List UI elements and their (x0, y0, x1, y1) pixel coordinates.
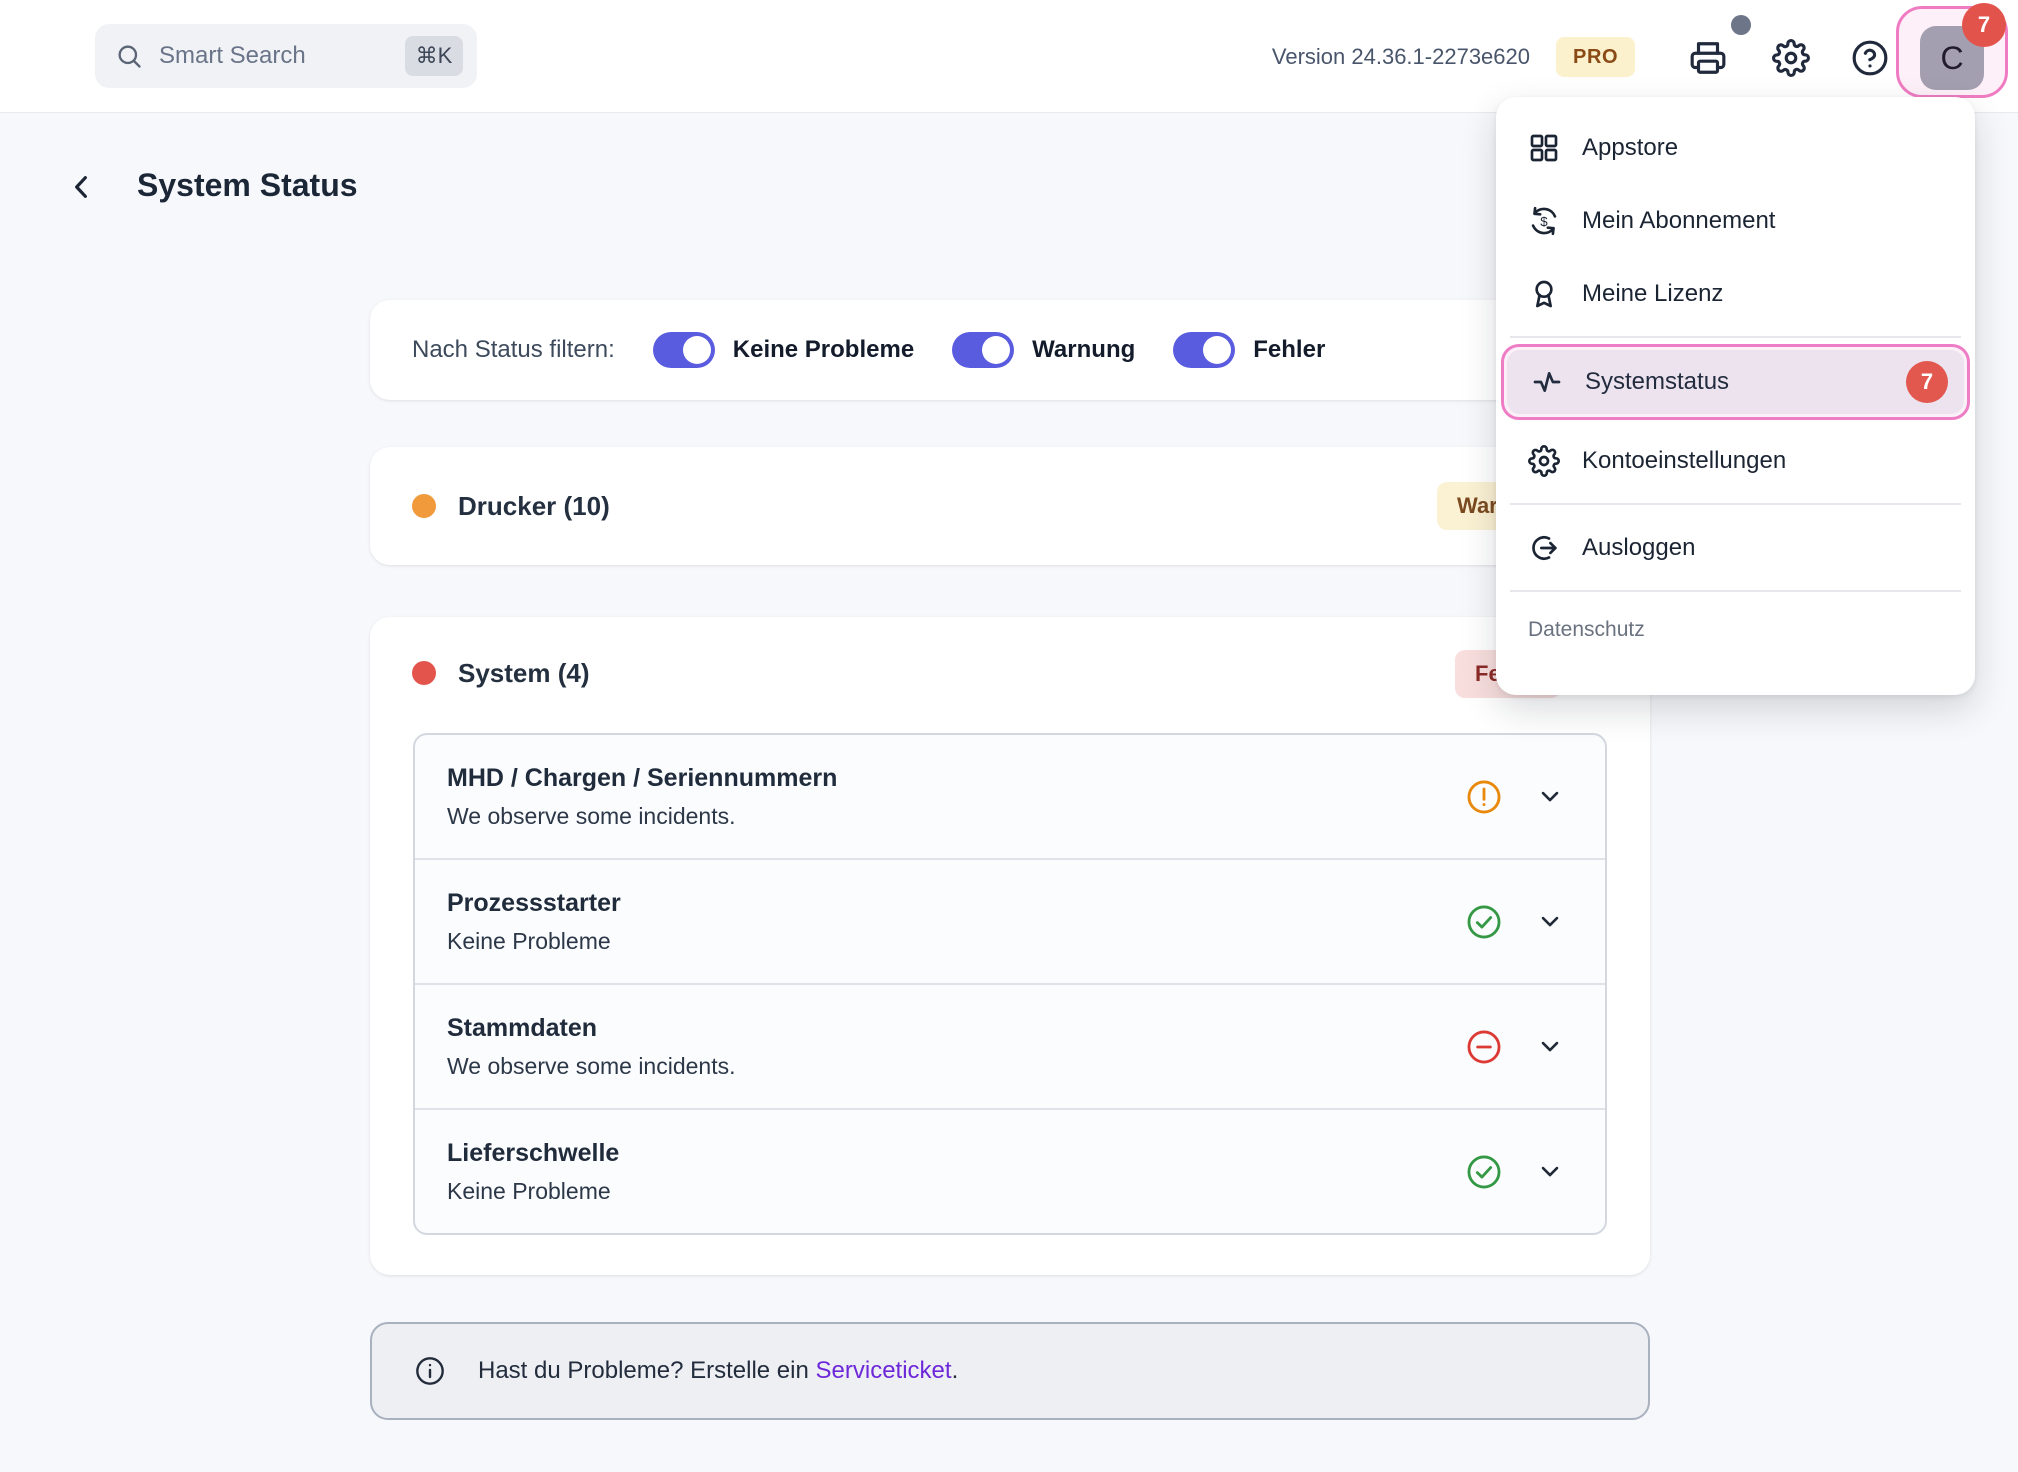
menu-item-label: Appstore (1582, 134, 1678, 162)
help-banner-text: Hast du Probleme? Erstelle ein Serviceti… (478, 1357, 958, 1385)
menu-item-label: Systemstatus (1585, 368, 1884, 396)
menu-item-label: Meine Lizenz (1582, 280, 1723, 308)
activity-icon (1531, 366, 1563, 398)
menu-item-lizenz[interactable]: Meine Lizenz (1496, 257, 1975, 330)
section-system: System (4) Fehler MHD / Chargen / Serien… (370, 617, 1650, 1275)
app: ⌘K Version 24.36.1-2273e620 PRO C 7 Syst… (0, 0, 2018, 1472)
toggle-fehler[interactable] (1173, 332, 1235, 368)
menu-item-systemstatus-highlight: Systemstatus 7 (1501, 344, 1970, 420)
filter-toggle-warnung: Warnung (952, 332, 1135, 368)
svg-text:$: $ (1540, 213, 1548, 228)
expand-chevron-button[interactable] (1535, 1032, 1565, 1062)
gear-icon (1528, 445, 1560, 477)
ok-status-icon (1465, 1153, 1503, 1191)
settings-button[interactable] (1770, 37, 1812, 79)
chevron-down-icon (1536, 1032, 1564, 1060)
print-button[interactable] (1688, 38, 1728, 78)
item-title: Prozessstarter (447, 889, 1605, 918)
section-title: System (4) (458, 658, 590, 689)
search-icon (115, 42, 143, 70)
chevron-left-icon (66, 171, 98, 203)
search-input[interactable] (159, 42, 389, 70)
filter-toggle-keine-probleme: Keine Probleme (653, 332, 914, 368)
system-items-list: MHD / Chargen / Seriennummern We observe… (413, 733, 1607, 1235)
warning-dot (412, 494, 436, 518)
menu-item-systemstatus[interactable]: Systemstatus 7 (1507, 350, 1964, 414)
system-item-row[interactable]: Stammdaten We observe some incidents. (415, 983, 1605, 1108)
serviceticket-link[interactable]: Serviceticket (816, 1357, 952, 1384)
item-subtitle: Keine Probleme (447, 1178, 1605, 1205)
menu-divider (1510, 336, 1961, 338)
info-icon (414, 1355, 446, 1387)
printer-icon (1689, 39, 1727, 77)
help-text-suffix: . (952, 1357, 959, 1384)
avatar-button[interactable]: C 7 (1896, 6, 2008, 98)
grid-icon (1528, 132, 1560, 164)
filter-label: Nach Status filtern: (412, 336, 615, 364)
chevron-down-icon (1536, 1157, 1564, 1185)
toggle-label: Keine Probleme (733, 336, 914, 364)
chevron-down-icon (1536, 782, 1564, 810)
gear-icon (1772, 39, 1810, 77)
chevron-down-icon (1536, 907, 1564, 935)
version-label: Version 24.36.1-2273e620 (1272, 0, 1530, 113)
menu-item-label: Kontoeinstellungen (1582, 447, 1786, 475)
back-button[interactable] (60, 166, 104, 210)
item-subtitle: We observe some incidents. (447, 803, 1605, 830)
menu-divider (1510, 503, 1961, 505)
search-shortcut-badge: ⌘K (405, 36, 463, 76)
expand-chevron-button[interactable] (1535, 907, 1565, 937)
section-title: Drucker (10) (458, 491, 610, 522)
avatar-badge: 7 (1962, 3, 2006, 47)
menu-item-datenschutz[interactable]: Datenschutz (1496, 598, 1975, 662)
status-filter-bar: Nach Status filtern: Keine Probleme Warn… (370, 300, 1650, 400)
item-title: Lieferschwelle (447, 1139, 1605, 1168)
notification-dot (1731, 15, 1751, 35)
toggle-knob (683, 336, 711, 364)
item-title: Stammdaten (447, 1014, 1605, 1043)
page-title: System Status (137, 167, 358, 204)
expand-chevron-button[interactable] (1535, 1157, 1565, 1187)
error-dot (412, 661, 436, 685)
search-box[interactable]: ⌘K (95, 24, 477, 88)
item-subtitle: We observe some incidents. (447, 1053, 1605, 1080)
warning-status-icon (1465, 778, 1503, 816)
system-item-row[interactable]: Prozessstarter Keine Probleme (415, 858, 1605, 983)
help-button[interactable] (1851, 39, 1889, 77)
menu-item-label: Ausloggen (1582, 534, 1695, 562)
menu-divider (1510, 590, 1961, 592)
account-menu: Appstore $ Mein Abonnement Meine Lizenz … (1496, 97, 1975, 695)
logout-icon (1528, 532, 1560, 564)
toggle-warnung[interactable] (952, 332, 1014, 368)
toggle-keine-probleme[interactable] (653, 332, 715, 368)
menu-item-abonnement[interactable]: $ Mein Abonnement (1496, 184, 1975, 257)
help-banner: Hast du Probleme? Erstelle ein Serviceti… (370, 1322, 1650, 1420)
section-drucker[interactable]: Drucker (10) Warnung (370, 447, 1650, 565)
systemstatus-count-badge: 7 (1906, 361, 1948, 403)
toggle-knob (1203, 336, 1231, 364)
item-title: MHD / Chargen / Seriennummern (447, 764, 1605, 793)
ok-status-icon (1465, 903, 1503, 941)
toggle-knob (982, 336, 1010, 364)
help-text-prefix: Hast du Probleme? Erstelle ein (478, 1357, 809, 1384)
subscription-icon: $ (1528, 205, 1560, 237)
item-subtitle: Keine Probleme (447, 928, 1605, 955)
section-system-header[interactable]: System (4) (412, 645, 1608, 701)
menu-item-kontoeinstellungen[interactable]: Kontoeinstellungen (1496, 424, 1975, 497)
toggle-label: Warnung (1032, 336, 1135, 364)
help-icon (1851, 39, 1889, 77)
license-award-icon (1528, 278, 1560, 310)
error-status-icon (1465, 1028, 1503, 1066)
system-item-row[interactable]: MHD / Chargen / Seriennummern We observe… (415, 735, 1605, 858)
toggle-label: Fehler (1253, 336, 1325, 364)
system-item-row[interactable]: Lieferschwelle Keine Probleme (415, 1108, 1605, 1233)
menu-item-label: Mein Abonnement (1582, 207, 1775, 235)
filter-toggle-fehler: Fehler (1173, 332, 1325, 368)
pro-badge: PRO (1556, 37, 1635, 77)
menu-item-appstore[interactable]: Appstore (1496, 111, 1975, 184)
menu-item-ausloggen[interactable]: Ausloggen (1496, 511, 1975, 584)
expand-chevron-button[interactable] (1535, 782, 1565, 812)
